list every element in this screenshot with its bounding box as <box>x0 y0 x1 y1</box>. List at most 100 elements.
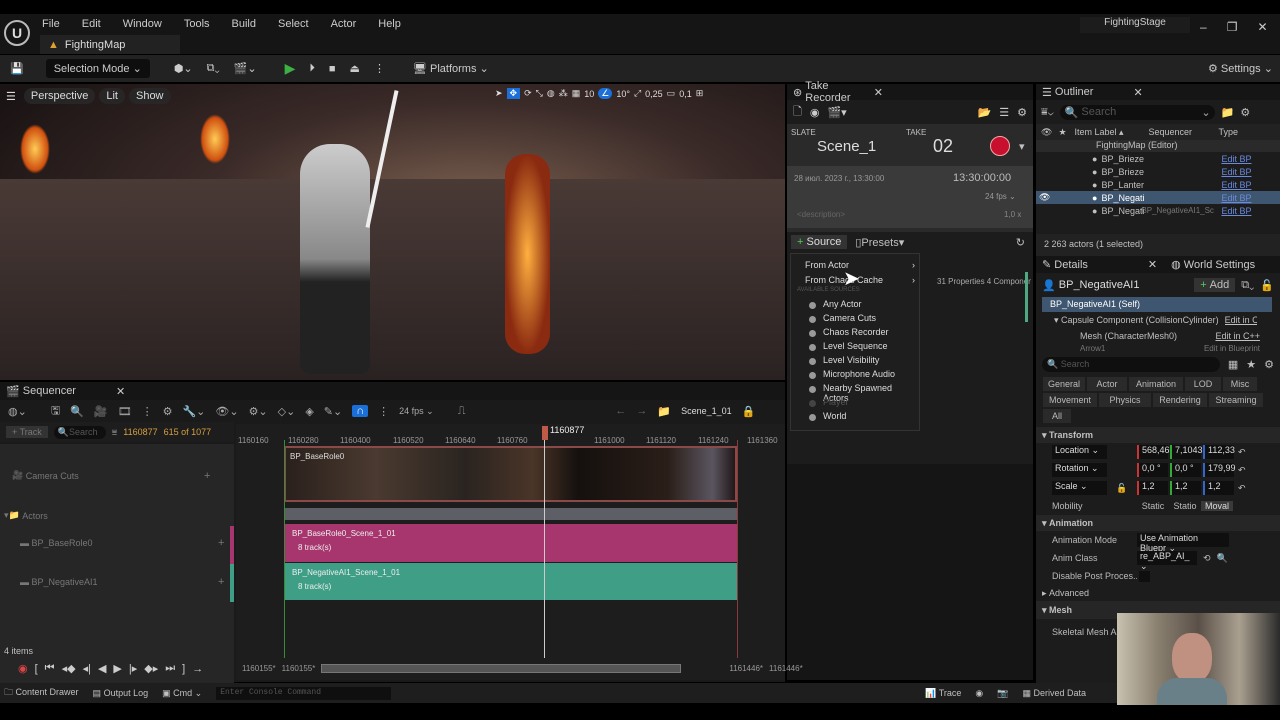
scale-z[interactable]: 1,2 <box>1203 481 1234 495</box>
track-folder-actors[interactable]: ▾📁 Actors <box>4 510 48 521</box>
rotation-z[interactable]: 179,99 <box>1203 463 1236 477</box>
location-dropdown[interactable]: Location ⌄ <box>1052 445 1107 459</box>
eject-button[interactable]: ⏏ <box>350 62 360 75</box>
location-x[interactable]: 568,46 <box>1137 445 1170 459</box>
edit-in-blueprint-link[interactable]: Edit in Blueprint <box>1204 344 1260 352</box>
world-icon[interactable]: ◍⌄ <box>8 405 27 418</box>
forward-icon[interactable]: → <box>636 405 647 417</box>
record-options-icon[interactable]: ▾ <box>1019 140 1025 153</box>
working-end[interactable]: 1161446* <box>729 664 763 673</box>
select-tool-icon[interactable]: ➤ <box>495 88 503 99</box>
filter-misc[interactable]: Misc <box>1223 377 1257 391</box>
step-forward-icon[interactable]: |▸ <box>129 662 137 675</box>
world-settings-tab[interactable]: World Settings <box>1184 259 1255 271</box>
menu-level-sequence[interactable]: Level Sequence <box>791 341 919 355</box>
menu-nearby-spawned-actors[interactable]: Nearby Spawned Actors <box>791 383 919 403</box>
menu-window[interactable]: Window <box>123 18 162 30</box>
visibility-column-icon[interactable]: 👁 <box>1041 127 1052 138</box>
show-button[interactable]: Show <box>128 88 171 104</box>
play-reverse-icon[interactable]: ◀ <box>98 662 106 675</box>
set-end-icon[interactable]: ] <box>182 663 185 675</box>
next-key-icon[interactable]: ◆▸ <box>144 662 158 675</box>
actor-name[interactable]: BP_NegativeAI1 <box>1059 279 1140 291</box>
grid-snap-icon[interactable]: ▦ <box>572 88 581 99</box>
anim-class-dropdown[interactable]: re_ABP_AI_ ⌄ <box>1137 551 1197 571</box>
take-value[interactable]: 02 <box>933 136 953 157</box>
reset-icon[interactable]: ↻ <box>1016 236 1025 249</box>
rotation-x[interactable]: 0,0 ° <box>1137 463 1168 477</box>
angle-snap-value[interactable]: 10° <box>616 89 630 99</box>
filter-icon[interactable]: ⩸⌄ <box>1041 106 1054 119</box>
pin-column-icon[interactable]: ★ <box>1058 127 1066 138</box>
track-camera-cuts[interactable]: 🎥 Camera Cuts <box>12 470 79 481</box>
settings-icon[interactable]: ⚙ <box>1017 106 1027 119</box>
trace-button[interactable]: 📊 Trace <box>925 688 961 699</box>
lock-icon[interactable]: 🔓 <box>1260 279 1274 292</box>
scale-snap-icon[interactable]: ⤢ <box>634 88 641 99</box>
edit-bp-link[interactable]: Edit BP <box>1221 154 1251 164</box>
menu-help[interactable]: Help <box>378 18 401 30</box>
screenshot-icon[interactable]: 📷 <box>997 688 1008 699</box>
filter-actor[interactable]: Actor <box>1087 377 1127 391</box>
reset-icon[interactable]: ↶ <box>1238 465 1246 476</box>
speed-value[interactable]: 1,0 x <box>1004 210 1021 219</box>
source-control-icon[interactable]: ◉ <box>975 688 983 699</box>
outliner-row[interactable]: 👁 ● BP_Negati Edit BP <box>1036 191 1280 204</box>
filter-physics[interactable]: Physics <box>1099 393 1151 407</box>
output-log-button[interactable]: ▤ Output Log <box>93 688 149 699</box>
details-search[interactable]: 🔍 Search <box>1042 356 1220 372</box>
tools-icon[interactable]: 🔧⌄ <box>182 405 205 418</box>
add-actor-icon[interactable]: ⬢⌄ <box>174 62 193 75</box>
step-back-icon[interactable]: ◂| <box>83 662 91 675</box>
scale-tool-icon[interactable]: ⤡ <box>536 88 543 99</box>
review-icon[interactable]: ◉ <box>810 106 820 119</box>
advance-frame-button[interactable]: ⏵ <box>309 62 315 75</box>
edit-bp-link[interactable]: Edit BP <box>1221 167 1251 177</box>
slate-value[interactable]: Scene_1 <box>817 138 876 155</box>
scale-y[interactable]: 1,2 <box>1170 481 1201 495</box>
blueprint-options-icon[interactable]: ⧉⌄ <box>1241 279 1254 292</box>
edit-in-cpp-link[interactable]: Edit in C++ <box>1225 315 1257 325</box>
snap-icon[interactable]: ∩ <box>352 405 369 417</box>
layout-icon[interactable]: ⊞ <box>696 88 704 99</box>
filter-streaming[interactable]: Streaming <box>1209 393 1263 407</box>
save-icon[interactable]: 💾 <box>10 62 24 75</box>
key-behavior-icon[interactable]: ◈ <box>305 405 313 418</box>
perspective-button[interactable]: Perspective <box>23 88 96 104</box>
play-button[interactable]: ▶ <box>285 60 296 77</box>
sequence-settings-icon[interactable]: ⚙ <box>163 405 173 418</box>
rotate-tool-icon[interactable]: ⟳ <box>524 88 532 99</box>
outliner-row[interactable]: ● BP_Lanter Edit BP <box>1036 178 1280 191</box>
add-component-button[interactable]: + Add <box>1194 278 1236 292</box>
presets-button[interactable]: ▯Presets▾ <box>855 236 904 249</box>
component-self[interactable]: BP_NegativeAI1 (Self) <box>1042 297 1272 312</box>
close-tab-icon[interactable]: ✕ <box>874 86 883 99</box>
camera-icon[interactable]: 🎥 <box>94 405 108 418</box>
negative-ai-section[interactable]: BP_NegativeAI1_Scene_1_01 8 track(s) <box>284 563 737 600</box>
col-item-label[interactable]: Item Label ▴ <box>1075 127 1137 138</box>
jump-start-icon[interactable]: ⏮ <box>45 662 55 675</box>
camera-speed-icon[interactable]: ▭ <box>667 88 676 99</box>
description-field[interactable]: <description> <box>797 210 845 219</box>
angle-snap-icon[interactable]: ∠ <box>598 88 613 99</box>
menu-any-actor[interactable]: Any Actor <box>791 299 919 313</box>
menu-select[interactable]: Select <box>278 18 309 30</box>
arrow-component[interactable]: Arrow1 <box>1080 344 1105 352</box>
filter-movement[interactable]: Movement <box>1043 393 1097 407</box>
menu-chaos-recorder[interactable]: Chaos Recorder <box>791 327 919 341</box>
settings-icon[interactable]: ⚙ <box>1264 358 1274 371</box>
details-tab[interactable]: Details <box>1054 259 1088 271</box>
add-icon[interactable]: + <box>218 576 224 588</box>
settings-dropdown[interactable]: ⚙ Settings ⌄ <box>1208 62 1273 76</box>
viewport-menu-icon[interactable]: ☰ <box>6 90 16 103</box>
filter-icon[interactable]: ⩸ <box>112 427 117 438</box>
surface-snap-icon[interactable]: ⁂ <box>559 88 568 99</box>
filter-rendering[interactable]: Rendering <box>1153 393 1207 407</box>
working-start[interactable]: 1160155* <box>282 664 316 673</box>
outliner-row[interactable]: ● BP_Negati BP_NegativeAI1_Sc Edit BP <box>1036 204 1280 217</box>
find-asset-icon[interactable]: 🔍 <box>70 405 84 418</box>
track-base-role[interactable]: ▬ BP_BaseRole0 <box>20 538 93 548</box>
maximize-button[interactable]: ❐ <box>1227 20 1238 34</box>
scale-snap-value[interactable]: 0,25 <box>645 89 663 99</box>
edit-icon[interactable]: ✎⌄ <box>324 405 342 418</box>
